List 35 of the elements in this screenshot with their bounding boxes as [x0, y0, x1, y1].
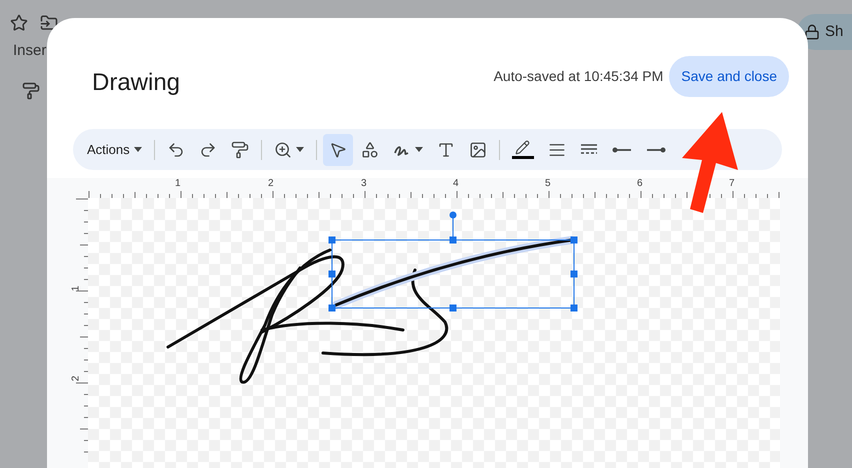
line-start-icon	[612, 146, 632, 154]
line-dash-icon	[580, 142, 598, 156]
ruler-number: 1	[69, 286, 82, 292]
paint-roller-icon[interactable]	[22, 82, 40, 100]
caret-icon	[134, 147, 142, 152]
ruler-number: 2	[268, 178, 274, 190]
select-tool[interactable]	[322, 134, 353, 166]
undo-icon	[166, 140, 185, 158]
ruler-number: 7	[729, 178, 735, 190]
ruler-number: 2	[69, 376, 82, 382]
ruler-number: 1	[175, 178, 181, 190]
ruler-number: 3	[361, 178, 367, 190]
autosave-status: Auto-saved at 10:45:34 PM	[494, 67, 664, 86]
redo-icon	[198, 140, 217, 158]
ruler-number: 5	[545, 178, 551, 190]
lock-icon	[804, 24, 820, 40]
paint-roller-icon	[230, 140, 249, 158]
folder-icon[interactable]	[40, 14, 58, 32]
shape-icon	[360, 140, 379, 158]
actions-menu[interactable]: Actions	[81, 134, 148, 164]
ruler-number: 6	[637, 178, 643, 190]
text-icon	[436, 140, 455, 158]
save-and-close-button[interactable]: Save and close	[669, 56, 789, 97]
star-icon[interactable]	[10, 14, 28, 32]
dialog-title: Drawing	[92, 68, 180, 98]
selection-box[interactable]	[328, 212, 578, 312]
caret-icon	[414, 147, 423, 152]
pencil-icon	[512, 140, 534, 159]
ruler-number: 4	[453, 178, 459, 190]
menu-label[interactable]: Inser	[13, 40, 46, 62]
caret-icon	[296, 147, 304, 152]
cursor-icon	[328, 140, 347, 158]
image-icon	[468, 140, 487, 158]
zoom-icon	[274, 140, 292, 158]
line-end-icon	[646, 146, 666, 154]
